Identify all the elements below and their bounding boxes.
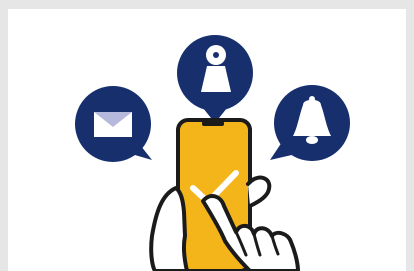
phone-notch	[202, 121, 224, 126]
notifications-illustration	[0, 0, 414, 271]
illustration-canvas	[0, 0, 414, 271]
mail-icon	[94, 112, 132, 137]
